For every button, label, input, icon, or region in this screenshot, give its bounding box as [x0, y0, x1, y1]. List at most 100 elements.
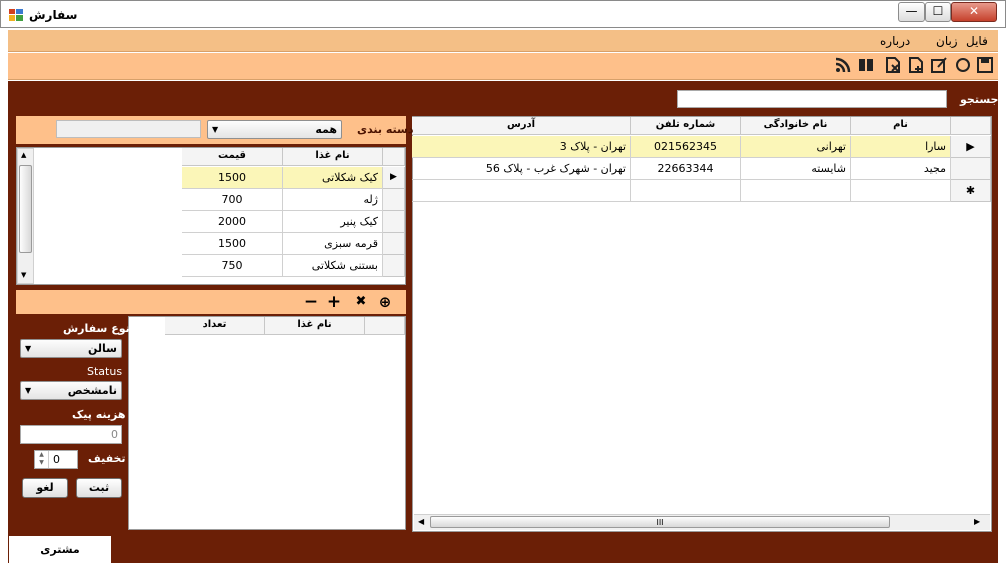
cell-price[interactable]: 1500 [182, 233, 283, 255]
customers-grid: نام نام خانوادگی شماره تلفن آدرس ▶ سارا … [412, 116, 992, 532]
cell-food-name[interactable]: ژله [283, 189, 383, 211]
minimize-icon: — [905, 4, 918, 18]
scroll-left-icon[interactable]: ◀ [418, 517, 424, 526]
delivery-cost-label: هزینه پیک [72, 408, 126, 421]
tab-strip [8, 536, 998, 563]
column-header-count[interactable]: تعداد [165, 317, 265, 335]
column-header-name[interactable]: نام [851, 117, 951, 135]
row-selector[interactable]: ▶ [383, 167, 405, 189]
cell-price[interactable]: 700 [182, 189, 283, 211]
row-header-corner [383, 148, 405, 166]
row-selector[interactable] [383, 233, 405, 255]
cell-phone[interactable]: 22663344 [631, 158, 741, 180]
tab-customer[interactable]: مشتری [9, 536, 111, 563]
cell-new[interactable] [851, 180, 951, 202]
column-header-food-name[interactable]: نام غذا [283, 148, 383, 166]
submit-button[interactable]: ثبت [76, 478, 122, 498]
cell-food-name[interactable]: کیک شکلاتی [283, 167, 383, 189]
cell-family[interactable]: شایسته [741, 158, 851, 180]
status-label: Status [87, 365, 123, 378]
row-header-corner [365, 317, 405, 335]
category-select[interactable]: ▼ همه [207, 120, 342, 139]
scroll-right-icon[interactable]: ▶ [974, 517, 980, 526]
menu-about[interactable]: درباره [880, 34, 910, 48]
order-type-value: سالن [88, 342, 117, 355]
maximize-button[interactable]: ☐ [925, 2, 951, 22]
search-label: جستجو [960, 93, 999, 106]
cell-price[interactable]: 1500 [182, 167, 283, 189]
column-header-order-food[interactable]: نام غذا [265, 317, 365, 335]
title-bar: سفارش — ☐ ✕ [0, 0, 1006, 28]
minimize-button[interactable]: — [898, 2, 925, 22]
row-header-corner [951, 117, 991, 135]
delete-icon[interactable] [884, 57, 902, 75]
cell-name[interactable]: سارا [851, 136, 951, 158]
window-title: سفارش [29, 8, 78, 22]
status-select[interactable]: ▼ نامشخص [20, 381, 122, 400]
row-selector[interactable] [383, 189, 405, 211]
menu-language[interactable]: زبان [936, 34, 958, 48]
cell-new[interactable] [741, 180, 851, 202]
row-selector[interactable] [383, 211, 405, 233]
clear-order-icon[interactable]: ✖ [352, 292, 370, 312]
scroll-thumb[interactable]: III [430, 516, 890, 528]
close-button[interactable]: ✕ [951, 2, 997, 22]
rss-icon[interactable] [834, 57, 852, 75]
add-icon[interactable] [907, 57, 925, 75]
scroll-thumb[interactable] [19, 165, 32, 253]
cell-new[interactable] [412, 180, 631, 202]
refresh-icon[interactable] [954, 57, 972, 75]
cell-family[interactable]: تهرانی [741, 136, 851, 158]
vertical-scrollbar[interactable]: ▲ ▼ [17, 148, 34, 284]
maximize-icon: ☐ [932, 4, 944, 18]
stepper-arrows-icon[interactable]: ▲ ▼ [35, 451, 49, 468]
column-header-family[interactable]: نام خانوادگی [741, 117, 851, 135]
cell-food-name[interactable]: قرمه سبزی [283, 233, 383, 255]
category-label: دسته بندی [357, 123, 414, 136]
foods-grid: نام غذا قیمت ▶ کیک شکلاتی 1500 ژله 700 ک… [16, 147, 406, 285]
cell-price[interactable]: 2000 [182, 211, 283, 233]
column-header-phone[interactable]: شماره تلفن [631, 117, 741, 135]
cell-new[interactable] [631, 180, 741, 202]
scroll-up-icon[interactable]: ▲ [21, 151, 26, 159]
order-items-grid: نام غذا تعداد [128, 316, 406, 530]
plus-icon[interactable]: + [325, 292, 343, 312]
status-value: نامشخص [67, 384, 117, 397]
menu-bar: فایل زبان درباره [8, 30, 998, 52]
cell-address[interactable]: تهران - پلاک 3 [412, 136, 631, 158]
close-icon: ✕ [968, 4, 980, 18]
cancel-button[interactable]: لغو [22, 478, 68, 498]
cell-food-name[interactable]: کیک پنیر [283, 211, 383, 233]
search-input[interactable] [677, 90, 947, 108]
category-filter-input[interactable] [56, 120, 201, 138]
cell-price[interactable]: 750 [182, 255, 283, 277]
new-row-selector[interactable]: ✱ [951, 180, 991, 202]
order-type-label: نوع سفارش [63, 322, 130, 335]
category-selected: همه [315, 123, 337, 136]
minus-icon[interactable]: − [302, 292, 320, 312]
edit-icon[interactable] [930, 57, 948, 75]
column-header-address[interactable]: آدرس [412, 117, 631, 135]
toolbar [8, 53, 998, 80]
horizontal-scrollbar[interactable]: ◀ III ▶ [414, 514, 990, 530]
order-type-select[interactable]: ▼ سالن [20, 339, 122, 358]
add-order-icon[interactable]: ⊕ [376, 292, 394, 312]
cell-phone[interactable]: 021562345 [631, 136, 741, 158]
menu-file[interactable]: فایل [966, 34, 988, 48]
row-selector[interactable] [951, 158, 991, 180]
cell-food-name[interactable]: بستنی شکلاتی [283, 255, 383, 277]
cell-name[interactable]: مجید [851, 158, 951, 180]
row-selector[interactable] [383, 255, 405, 277]
chevron-down-icon: ▼ [212, 125, 219, 134]
chevron-down-icon: ▼ [25, 344, 32, 353]
save-icon[interactable] [976, 57, 994, 75]
book-icon[interactable] [857, 57, 875, 75]
chevron-down-icon: ▼ [25, 386, 32, 395]
app-icon [9, 9, 23, 21]
delivery-cost-input[interactable]: 0 [20, 425, 122, 444]
cell-address[interactable]: تهران - شهرک غرب - پلاک 56 [412, 158, 631, 180]
column-header-price[interactable]: قیمت [182, 148, 283, 166]
discount-label: تخفیف [88, 452, 126, 465]
row-selector[interactable]: ▶ [951, 136, 991, 158]
scroll-down-icon[interactable]: ▼ [21, 271, 26, 279]
